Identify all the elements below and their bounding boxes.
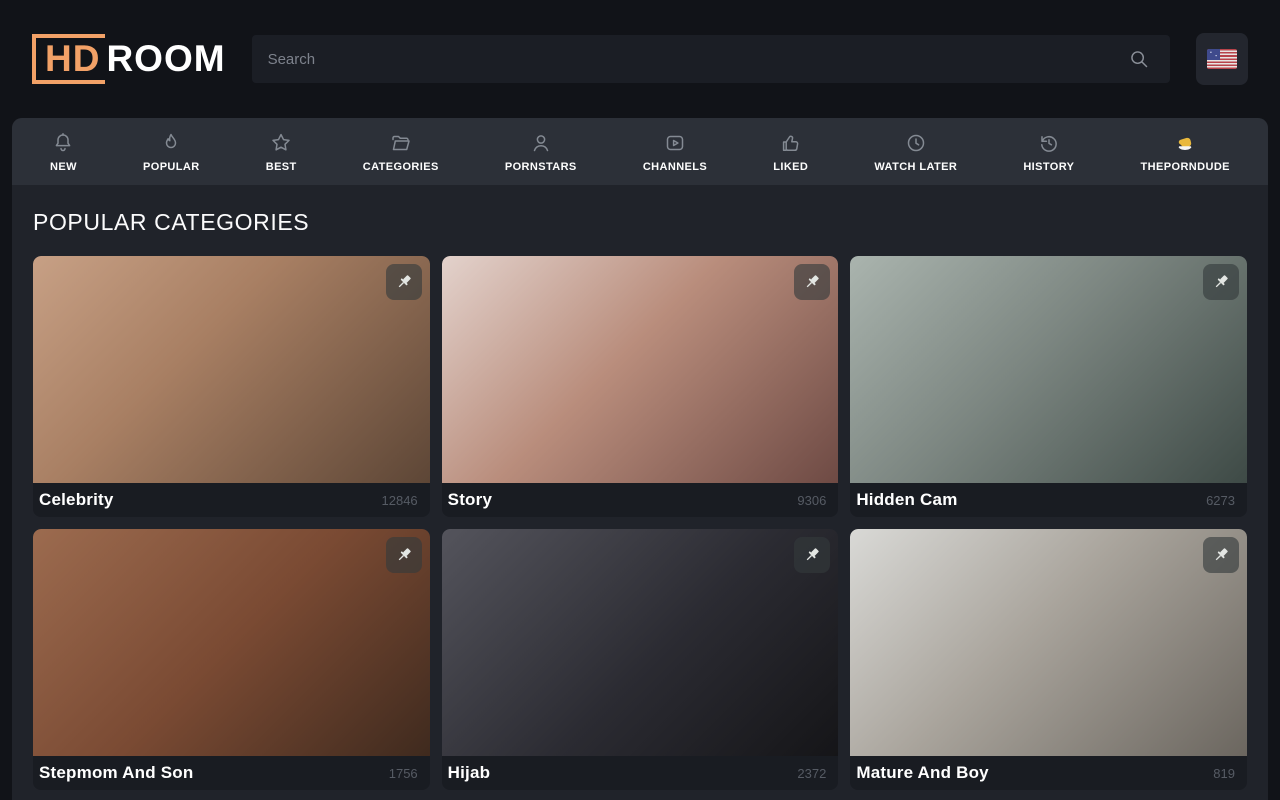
nav-item-channels[interactable]: CHANNELS <box>633 118 717 185</box>
flag-canton <box>1207 49 1220 60</box>
nav-item-liked[interactable]: LIKED <box>763 118 818 185</box>
card-meta: Stepmom And Son 1756 <box>33 756 430 790</box>
category-count: 9306 <box>797 493 826 508</box>
nav-item-label: POPULAR <box>143 161 200 173</box>
category-count: 1756 <box>389 766 418 781</box>
card-meta: Hidden Cam 6273 <box>850 483 1247 517</box>
category-title: Stepmom And Son <box>39 763 193 783</box>
nav-item-categories[interactable]: CATEGORIES <box>353 118 449 185</box>
pin-button[interactable] <box>386 537 422 573</box>
category-thumbnail[interactable] <box>442 256 839 483</box>
nav-item-label: WATCH LATER <box>874 161 957 173</box>
nav-item-best[interactable]: BEST <box>256 118 307 185</box>
pushpin-icon <box>802 272 822 292</box>
pin-button[interactable] <box>1203 264 1239 300</box>
category-count: 819 <box>1213 766 1235 781</box>
category-thumbnail[interactable] <box>33 256 430 483</box>
card-meta: Hijab 2372 <box>442 756 839 790</box>
category-card-hijab[interactable]: Hijab 2372 <box>442 529 839 790</box>
category-count: 2372 <box>797 766 826 781</box>
category-card-story[interactable]: Story 9306 <box>442 256 839 517</box>
card-meta: Story 9306 <box>442 483 839 517</box>
pushpin-icon <box>802 545 822 565</box>
search-bar <box>252 35 1170 83</box>
content-area: POPULAR CATEGORIES Celebrity 12846 <box>12 185 1268 790</box>
logo-room-text: ROOM <box>106 38 225 80</box>
nav-item-label: CATEGORIES <box>363 161 439 173</box>
card-meta: Celebrity 12846 <box>33 483 430 517</box>
us-flag-icon <box>1207 49 1237 69</box>
nav-item-new[interactable]: NEW <box>40 118 87 185</box>
nav-item-label: NEW <box>50 161 77 173</box>
language-selector-button[interactable] <box>1196 33 1248 85</box>
category-card-mature-and-boy[interactable]: Mature And Boy 819 <box>850 529 1247 790</box>
site-logo[interactable]: HD ROOM <box>32 34 226 85</box>
nav-item-pornstars[interactable]: PORNSTARS <box>495 118 587 185</box>
main-nav: NEW POPULAR BEST CATEGORIES <box>12 118 1268 185</box>
person-icon <box>529 131 553 155</box>
category-card-stepmom-and-son[interactable]: Stepmom And Son 1756 <box>33 529 430 790</box>
nav-item-theporndude[interactable]: THEPORNDUDE <box>1131 118 1240 185</box>
dude-icon <box>1173 131 1197 155</box>
category-card-hidden-cam[interactable]: Hidden Cam 6273 <box>850 256 1247 517</box>
pin-button[interactable] <box>1203 537 1239 573</box>
nav-item-label: THEPORNDUDE <box>1141 161 1230 173</box>
category-card-celebrity[interactable]: Celebrity 12846 <box>33 256 430 517</box>
pushpin-icon <box>394 545 414 565</box>
pin-button[interactable] <box>794 537 830 573</box>
bell-icon <box>51 131 75 155</box>
history-icon <box>1037 131 1061 155</box>
search-input[interactable] <box>252 35 1170 83</box>
category-title: Hidden Cam <box>856 490 957 510</box>
search-icon[interactable] <box>1128 48 1150 70</box>
category-title: Celebrity <box>39 490 114 510</box>
pin-button[interactable] <box>386 264 422 300</box>
category-thumbnail[interactable] <box>850 529 1247 756</box>
pushpin-icon <box>1211 272 1231 292</box>
pushpin-icon <box>394 272 414 292</box>
category-title: Hijab <box>448 763 491 783</box>
category-grid: Celebrity 12846 Story 9306 <box>33 256 1247 790</box>
folder-icon <box>389 131 413 155</box>
card-meta: Mature And Boy 819 <box>850 756 1247 790</box>
play-square-icon <box>663 131 687 155</box>
category-title: Story <box>448 490 492 510</box>
nav-item-label: LIKED <box>773 161 808 173</box>
site-header: HD ROOM <box>0 0 1280 118</box>
nav-item-history[interactable]: HISTORY <box>1013 118 1084 185</box>
category-count: 6273 <box>1206 493 1235 508</box>
pin-button[interactable] <box>794 264 830 300</box>
star-icon <box>269 131 293 155</box>
category-count: 12846 <box>382 493 418 508</box>
nav-item-label: HISTORY <box>1023 161 1074 173</box>
nav-item-label: PORNSTARS <box>505 161 577 173</box>
main-panel: NEW POPULAR BEST CATEGORIES <box>12 118 1268 800</box>
nav-item-label: CHANNELS <box>643 161 707 173</box>
category-thumbnail[interactable] <box>442 529 839 756</box>
category-thumbnail[interactable] <box>33 529 430 756</box>
flame-icon <box>159 131 183 155</box>
logo-hd-text: HD <box>32 34 105 85</box>
page-title: POPULAR CATEGORIES <box>33 209 1247 236</box>
nav-item-label: BEST <box>266 161 297 173</box>
clock-icon <box>904 131 928 155</box>
category-title: Mature And Boy <box>856 763 989 783</box>
thumbs-up-icon <box>779 131 803 155</box>
nav-item-popular[interactable]: POPULAR <box>133 118 210 185</box>
category-thumbnail[interactable] <box>850 256 1247 483</box>
nav-item-watch-later[interactable]: WATCH LATER <box>864 118 967 185</box>
pushpin-icon <box>1211 545 1231 565</box>
